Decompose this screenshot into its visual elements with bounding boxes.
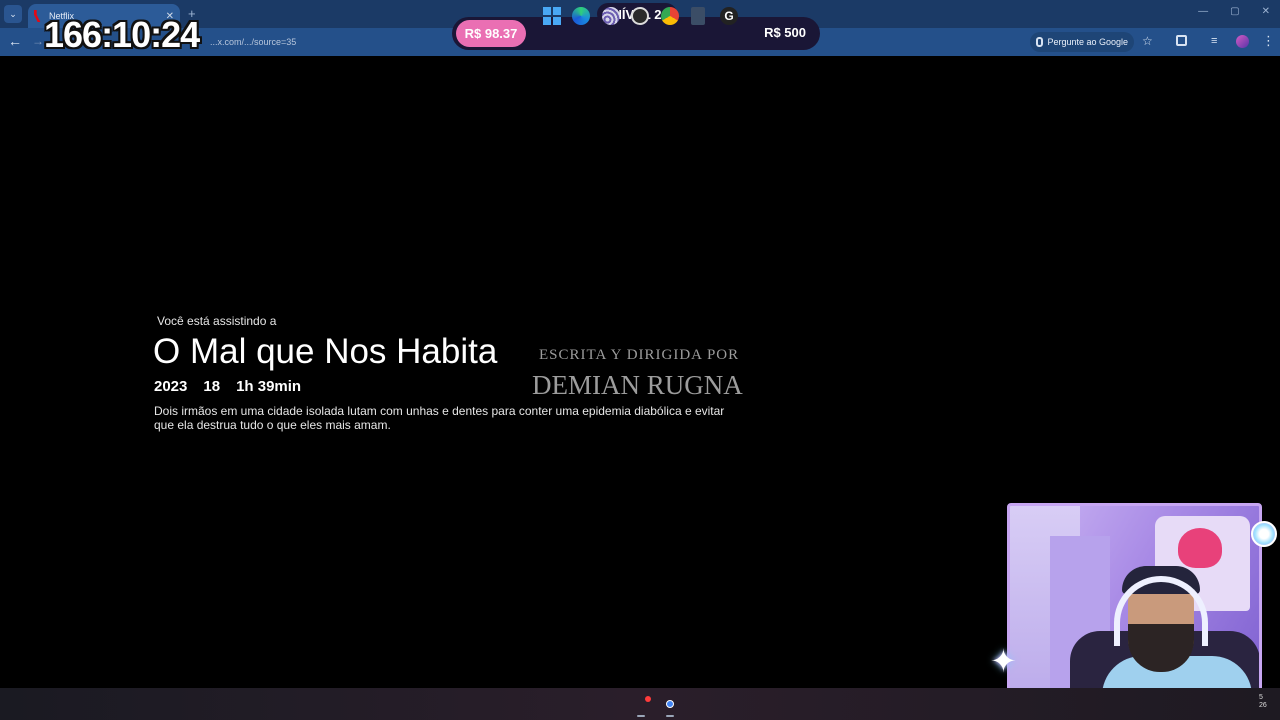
- extensions-icon[interactable]: [1176, 35, 1187, 46]
- tray-time: 5: [1259, 694, 1263, 701]
- stream-timer: 166:10:24: [44, 14, 200, 55]
- goal-current-amount: R$ 98.37: [456, 20, 526, 47]
- minimize-button[interactable]: —: [1198, 6, 1208, 17]
- netflix-favicon-icon: [34, 10, 41, 22]
- movie-meta: 2023 18 1h 39min: [154, 378, 301, 395]
- ask-google-button[interactable]: Pergunte ao Google: [1030, 32, 1134, 52]
- edge-browser-icon[interactable]: [572, 7, 590, 25]
- tray-date: 26: [1259, 702, 1267, 709]
- obs-running-indicator: [637, 715, 645, 717]
- movie-title: O Mal que Nos Habita: [153, 332, 498, 371]
- webcam-emblem-icon: [1251, 521, 1277, 547]
- chrome-running-indicator: [666, 715, 674, 717]
- bookmark-star-icon[interactable]: ☆: [1142, 34, 1153, 48]
- address-bar-text[interactable]: ...x.com/.../source=35: [210, 37, 296, 47]
- maximize-button[interactable]: ▢: [1230, 6, 1239, 17]
- forward-arrow-icon[interactable]: →: [32, 34, 44, 48]
- close-window-button[interactable]: ✕: [1262, 6, 1270, 17]
- window-controls: — ▢ ✕: [1198, 6, 1270, 17]
- director-credit-name: DEMIAN RUGNA: [532, 370, 743, 400]
- browser-menu-icon[interactable]: ⋮: [1262, 33, 1275, 49]
- ask-google-label: Pergunte ao Google: [1047, 37, 1128, 47]
- movie-rating: 18: [203, 378, 221, 395]
- back-arrow-icon[interactable]: ←: [8, 33, 22, 49]
- tray-clock[interactable]: 5 26: [1259, 694, 1267, 710]
- movie-duration: 1h 39min: [236, 378, 302, 395]
- windows-start-icon[interactable]: [543, 7, 561, 25]
- google-lens-icon: [1036, 37, 1044, 47]
- watching-label: Você está assistindo a: [157, 314, 277, 328]
- movie-synopsis: Dois irmãos em uma cidade isolada lutam …: [154, 404, 725, 432]
- media-control-icon[interactable]: ≡: [1211, 35, 1217, 47]
- streamer-webcam: [1007, 503, 1262, 713]
- obs-studio-icon[interactable]: [631, 7, 649, 25]
- profile-avatar[interactable]: [1236, 35, 1249, 48]
- sparkle-icon: ✦: [990, 643, 1017, 679]
- goal-target-amount: R$ 500: [764, 25, 806, 40]
- webcam-shirt-heart-print: [1178, 528, 1222, 568]
- shell-app-icon[interactable]: [602, 7, 620, 25]
- obs-recording-dot: [645, 696, 651, 702]
- tab-list-button[interactable]: ⌄: [4, 5, 22, 23]
- logitech-ghub-icon[interactable]: G: [720, 7, 738, 25]
- movie-year: 2023: [154, 378, 188, 395]
- calculator-icon[interactable]: [691, 7, 705, 25]
- chrome-browser-icon[interactable]: [661, 7, 679, 25]
- chrome-center-icon: [666, 700, 674, 708]
- director-credit-caption: ESCRITA Y DIRIGIDA POR: [539, 347, 740, 363]
